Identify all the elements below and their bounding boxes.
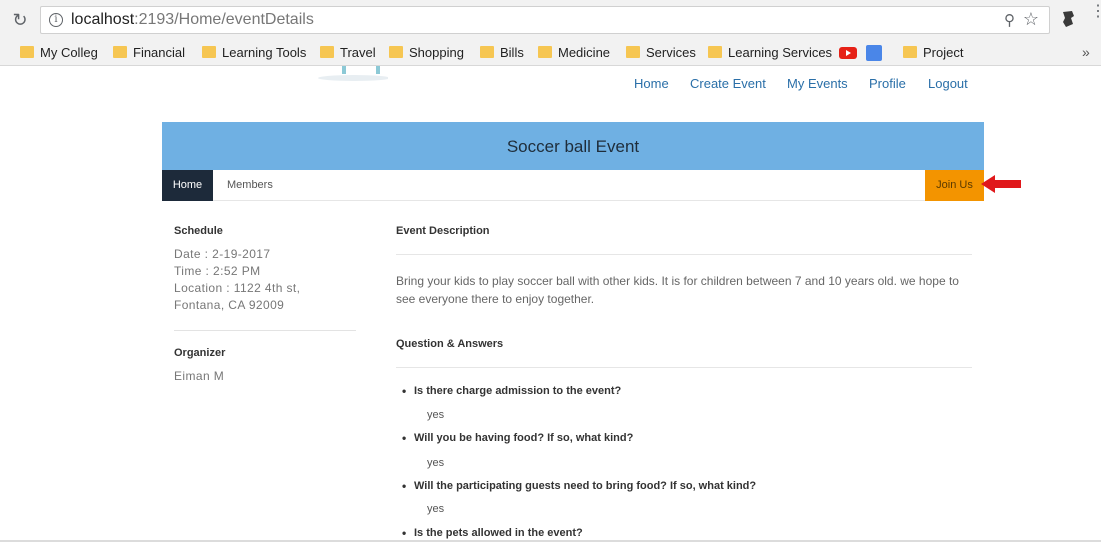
address-bar[interactable]: i localhost:2193/Home/eventDetails ⚲ ☆	[40, 6, 1050, 34]
answer-text: yes	[427, 503, 445, 515]
logo-icon	[318, 66, 388, 81]
bookmark-learning-services[interactable]: Learning Services	[708, 44, 832, 62]
tab-members[interactable]: Members	[227, 170, 273, 201]
question-item: Is the pets allowed in the event?	[402, 526, 583, 540]
bookmark-travel[interactable]: Travel	[320, 44, 376, 62]
bookmark-star-icon[interactable]: ☆	[1023, 9, 1039, 30]
bookmark-label: Learning Services	[728, 45, 833, 60]
bookmark-learning-tools[interactable]: Learning Tools	[202, 44, 306, 62]
schedule-location: Location : 1122 4th st,	[174, 281, 301, 295]
answer-text: yes	[427, 457, 445, 469]
bookmark-label: Shopping	[409, 45, 464, 60]
event-description: Bring your kids to play soccer ball with…	[396, 274, 959, 306]
red-arrow-icon	[981, 175, 1021, 193]
folder-icon	[538, 46, 552, 58]
bookmark-label: Services	[646, 45, 696, 60]
folder-icon	[708, 46, 722, 58]
folder-icon	[20, 46, 34, 58]
bookmark-medicine[interactable]: Medicine	[538, 44, 610, 62]
youtube-icon[interactable]	[839, 47, 857, 59]
folder-icon	[626, 46, 640, 58]
folder-icon	[903, 46, 917, 58]
question-item: Will you be having food? If so, what kin…	[402, 431, 633, 445]
folder-icon	[202, 46, 216, 58]
organizer-heading: Organizer	[174, 347, 226, 359]
bookmarks-more-icon[interactable]: »	[1082, 44, 1090, 60]
organizer-name: Eiman M	[174, 369, 225, 383]
zoom-icon[interactable]: ⚲	[1004, 11, 1015, 29]
folder-icon	[480, 46, 494, 58]
folder-icon	[113, 46, 127, 58]
nav-logout[interactable]: Logout	[928, 76, 968, 91]
bookmark-financial[interactable]: Financial	[113, 44, 185, 62]
sidebar-divider	[174, 330, 356, 331]
bookmark-my-colleg[interactable]: My Colleg	[20, 44, 98, 62]
divider	[396, 254, 972, 255]
url-path: :2193/Home/eventDetails	[134, 11, 314, 28]
bookmark-label: Learning Tools	[222, 45, 307, 60]
browser-toolbar: ↻ i localhost:2193/Home/eventDetails ⚲ ☆…	[0, 0, 1101, 40]
url-text[interactable]: localhost:2193/Home/eventDetails	[71, 11, 314, 29]
question-item: Is there charge admission to the event?	[402, 384, 621, 398]
nav-profile[interactable]: Profile	[869, 76, 906, 91]
info-icon[interactable]: i	[49, 13, 63, 27]
divider	[396, 367, 972, 368]
nav-create-event[interactable]: Create Event	[690, 76, 766, 91]
translate-icon[interactable]	[866, 45, 882, 61]
nav-my-events[interactable]: My Events	[787, 76, 848, 91]
question-item: Will the participating guests need to br…	[402, 479, 756, 493]
bookmarks-bar: My Colleg Financial Learning Tools Trave…	[0, 40, 1101, 66]
bookmark-label: Project	[923, 45, 964, 60]
bookmark-shopping[interactable]: Shopping	[389, 44, 464, 62]
tab-home[interactable]: Home	[162, 170, 213, 201]
bookmark-label: Travel	[340, 45, 376, 60]
event-banner: Soccer ball Event	[162, 122, 984, 170]
reload-icon[interactable]: ↻	[10, 10, 30, 30]
bookmark-project[interactable]: Project	[903, 44, 963, 62]
folder-icon	[320, 46, 334, 58]
bookmark-label: Financial	[133, 45, 186, 60]
join-us-button[interactable]: Join Us	[925, 170, 984, 201]
nav-home[interactable]: Home	[634, 76, 669, 91]
schedule-date: Date : 2-19-2017	[174, 247, 271, 261]
menu-kebab-icon[interactable]: ⋮	[1090, 4, 1101, 20]
description-heading: Event Description	[396, 225, 490, 237]
schedule-heading: Schedule	[174, 225, 223, 237]
bookmark-bills[interactable]: Bills	[480, 44, 524, 62]
bookmark-services[interactable]: Services	[626, 44, 696, 62]
url-host: localhost	[71, 11, 135, 28]
bookmark-label: Bills	[500, 45, 524, 60]
event-subnav: Home Members Join Us	[162, 170, 984, 201]
bookmark-label: Medicine	[558, 45, 611, 60]
schedule-location-city: Fontana, CA 92009	[174, 298, 285, 312]
bookmark-label: My Colleg	[40, 45, 98, 60]
qa-heading: Question & Answers	[396, 338, 504, 350]
extension-icon[interactable]	[1060, 10, 1076, 28]
schedule-time: Time : 2:52 PM	[174, 264, 261, 278]
answer-text: yes	[427, 409, 445, 421]
event-title: Soccer ball Event	[506, 137, 640, 156]
folder-icon	[389, 46, 403, 58]
